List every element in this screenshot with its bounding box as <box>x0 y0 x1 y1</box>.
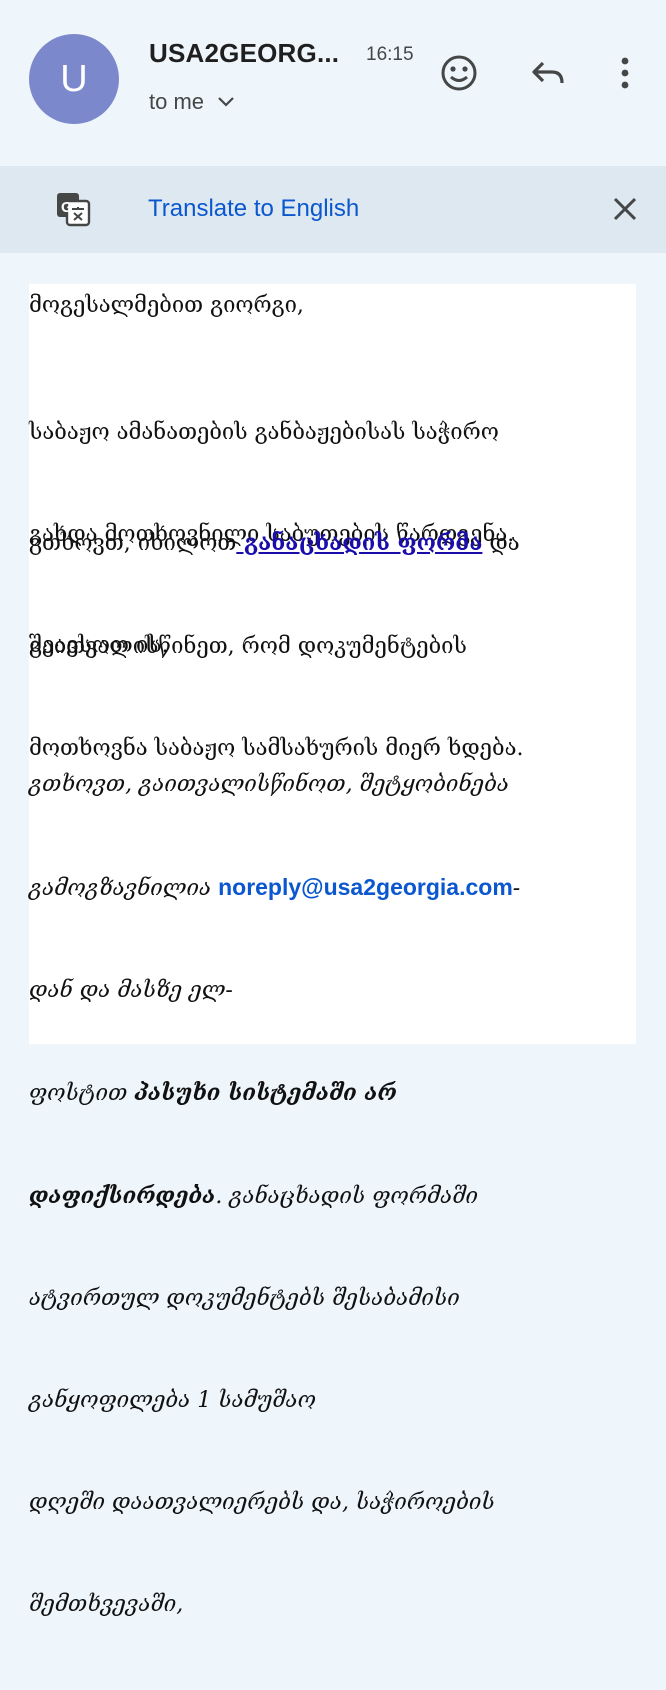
note-line-4-bold: პასუხი სისტემაში არ <box>134 1080 397 1106</box>
emoji-icon[interactable] <box>438 52 480 94</box>
paragraph-2-prefix: გთხოვთ, იხილოთ <box>29 531 237 556</box>
application-form-link[interactable]: განაცხადის ფორმა <box>236 530 482 556</box>
note-line-3: დან და მასზე ელ- <box>29 978 233 1003</box>
noreply-email-link[interactable]: noreply@usa2georgia.com <box>218 874 513 900</box>
note-line-8: დღეში დაათვალიერებს და, საჭიროების <box>29 1490 495 1515</box>
chevron-down-icon[interactable] <box>216 89 236 115</box>
google-translate-icon: G <box>52 188 94 230</box>
note-line-4-prefix: ფოსტით <box>29 1081 135 1106</box>
note-line-1: გთხოვთ, გაითვალისწინოთ, შეტყობინება <box>29 772 510 797</box>
note-line-6: ატვირთულ დოკუმენტებს შესაბამისი <box>29 1286 460 1311</box>
email-body: მოგესალმებით გიორგი, საბაჟო ამანათების გ… <box>29 284 636 1617</box>
note-line-5-suffix: . განაცხადის ფორმაში <box>215 1184 479 1209</box>
sender-avatar[interactable]: U <box>29 34 119 124</box>
paragraph-2-line-1: გთხოვთ, იხილოთ განაცხადის ფორმა და <box>29 526 634 561</box>
note-line-2-suffix: - <box>512 876 521 901</box>
recipient-details-toggle[interactable]: to me <box>149 89 236 115</box>
note-line-9: შემთხვევაში, <box>29 1592 184 1617</box>
greeting: მოგესალმებით გიორგი, <box>29 293 304 318</box>
paragraph-2-suffix: და <box>482 531 520 556</box>
more-vert-icon[interactable] <box>610 52 640 94</box>
reply-icon[interactable] <box>527 52 569 94</box>
note-line-5-bold: დაფიქსირდება <box>29 1183 216 1209</box>
note-line-7: განყოფილება 1 სამუშაო <box>29 1388 316 1413</box>
note-paragraph: გთხოვთ, გაითვალისწინოთ, შეტყობინება გამო… <box>29 700 634 1690</box>
translate-to-english-button[interactable]: Translate to English <box>148 195 359 223</box>
sender-name[interactable]: USA2GEORG... <box>149 38 339 69</box>
note-line-2: გამოგზავნილია noreply@usa2georgia.com- <box>29 870 634 906</box>
paragraph-3-line-1: გაითვალისწინეთ, რომ დოკუმენტების <box>29 634 467 659</box>
svg-text:G: G <box>61 199 73 216</box>
note-line-5: დაფიქსირდება. განაცხადის ფორმაში <box>29 1179 634 1214</box>
email-header: U USA2GEORG... 16:15 to me <box>0 0 666 160</box>
note-line-2-prefix: გამოგზავნილია <box>29 876 219 901</box>
close-icon[interactable] <box>606 190 644 228</box>
recipient-label: to me <box>149 89 205 114</box>
paragraph-1-line-1: საბაჟო ამანათების განბაჟებისას საჭირო <box>29 420 499 445</box>
received-time: 16:15 <box>366 44 414 65</box>
note-line-4: ფოსტით პასუხი სისტემაში არ <box>29 1076 634 1111</box>
